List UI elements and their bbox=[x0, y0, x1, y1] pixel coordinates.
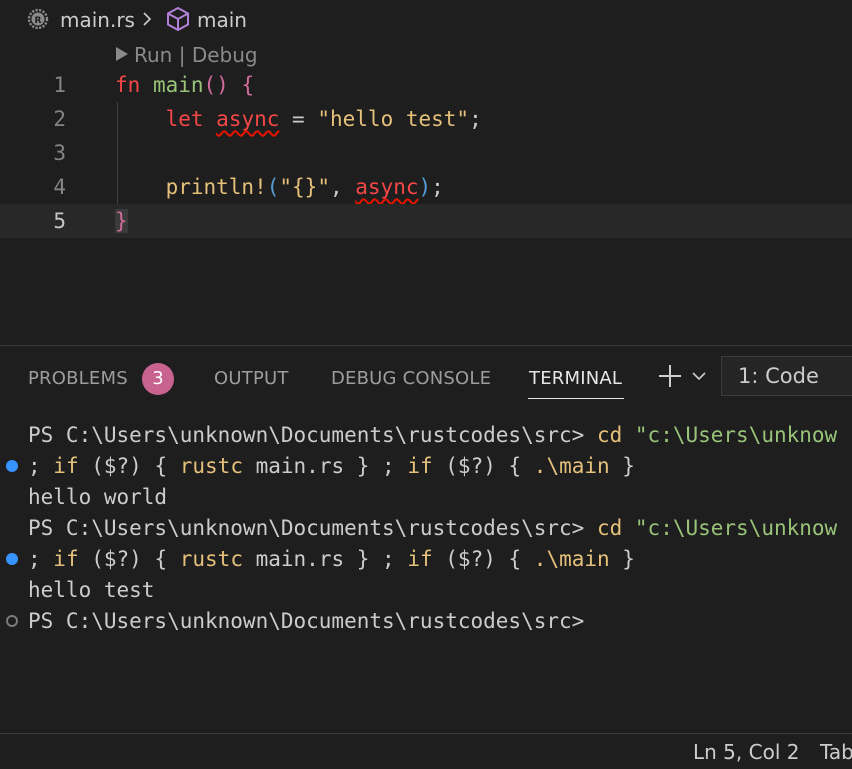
tab-problems[interactable]: PROBLEMS bbox=[28, 366, 128, 392]
breadcrumb: R main.rs main bbox=[0, 0, 852, 40]
code-lens: Run | Debug bbox=[116, 42, 258, 68]
editor-line[interactable]: 2 let async = "hello test"; bbox=[0, 102, 852, 136]
terminal-output-line: hello world bbox=[28, 485, 168, 509]
indentation-setting[interactable]: Tab bbox=[820, 738, 852, 766]
line-number: 3 bbox=[53, 141, 66, 165]
rust-file-icon: R bbox=[27, 8, 49, 30]
svg-text:R: R bbox=[35, 16, 42, 26]
breadcrumb-file[interactable]: main.rs bbox=[60, 7, 135, 33]
breadcrumb-symbol[interactable]: main bbox=[197, 7, 247, 33]
cube-symbol-icon bbox=[167, 6, 189, 32]
terminal-line: PS C:\Users\unknown\Documents\rustcodes\… bbox=[28, 513, 837, 543]
indent-guide bbox=[117, 102, 118, 204]
command-success-dot[interactable] bbox=[6, 460, 18, 472]
terminal-select[interactable]: 1: Code bbox=[721, 356, 852, 396]
command-success-dot[interactable] bbox=[6, 553, 18, 565]
line-code: let async = "hello test"; bbox=[165, 107, 482, 131]
line-code: fn main() { bbox=[115, 73, 255, 97]
new-terminal-plus-icon[interactable] bbox=[656, 362, 684, 390]
command-pending-dot[interactable] bbox=[6, 615, 18, 627]
editor-line-current[interactable]: 5 } bbox=[0, 204, 852, 238]
terminal-argument: "c:\Users\unknow bbox=[634, 423, 838, 447]
terminal-command: cd bbox=[596, 516, 623, 540]
line-number: 4 bbox=[53, 175, 66, 199]
terminal-prompt: PS C:\Users\unknown\Documents\rustcodes\… bbox=[28, 423, 585, 447]
terminal-output[interactable]: PS C:\Users\unknown\Documents\rustcodes\… bbox=[0, 420, 852, 720]
run-link[interactable]: Run bbox=[134, 43, 172, 67]
tab-terminal[interactable]: TERMINAL bbox=[529, 366, 622, 392]
terminal-line: ; if ($?) { rustc main.rs } ; if ($?) { … bbox=[28, 454, 635, 478]
line-number: 2 bbox=[53, 107, 66, 131]
editor-line[interactable]: 3 bbox=[0, 136, 852, 170]
cursor-position[interactable]: Ln 5, Col 2 bbox=[693, 738, 799, 766]
tab-debug-console[interactable]: DEBUG CONSOLE bbox=[331, 366, 491, 392]
debug-link[interactable]: Debug bbox=[192, 43, 258, 67]
terminal-line: PS C:\Users\unknown\Documents\rustcodes\… bbox=[28, 420, 837, 450]
chevron-right-icon bbox=[143, 12, 152, 26]
play-icon bbox=[116, 47, 128, 61]
line-code: } bbox=[115, 209, 128, 233]
line-number: 1 bbox=[53, 73, 66, 97]
active-tab-indicator bbox=[528, 398, 624, 399]
problems-count-badge: 3 bbox=[142, 363, 174, 395]
editor-line[interactable]: 4 println!("{}", async); bbox=[0, 170, 852, 204]
terminal-output-line: hello test bbox=[28, 578, 155, 602]
status-bar: Ln 5, Col 2 Tab bbox=[0, 734, 852, 769]
terminal-prompt: PS C:\Users\unknown\Documents\rustcodes\… bbox=[28, 516, 585, 540]
terminal-command: cd bbox=[596, 423, 623, 447]
editor-line[interactable]: 1 fn main() { bbox=[0, 68, 852, 102]
line-code: println!("{}", async); bbox=[165, 175, 444, 199]
codelens-separator: | bbox=[172, 43, 192, 67]
line-number: 5 bbox=[53, 209, 66, 233]
panel-tabs: PROBLEMS 3 OUTPUT DEBUG CONSOLE TERMINAL… bbox=[0, 346, 852, 406]
terminal-prompt-line: PS C:\Users\unknown\Documents\rustcodes\… bbox=[28, 609, 585, 633]
tab-output[interactable]: OUTPUT bbox=[214, 366, 289, 392]
chevron-down-icon[interactable] bbox=[691, 368, 707, 384]
terminal-argument: "c:\Users\unknow bbox=[634, 516, 838, 540]
terminal-line: ; if ($?) { rustc main.rs } ; if ($?) { … bbox=[28, 547, 635, 571]
